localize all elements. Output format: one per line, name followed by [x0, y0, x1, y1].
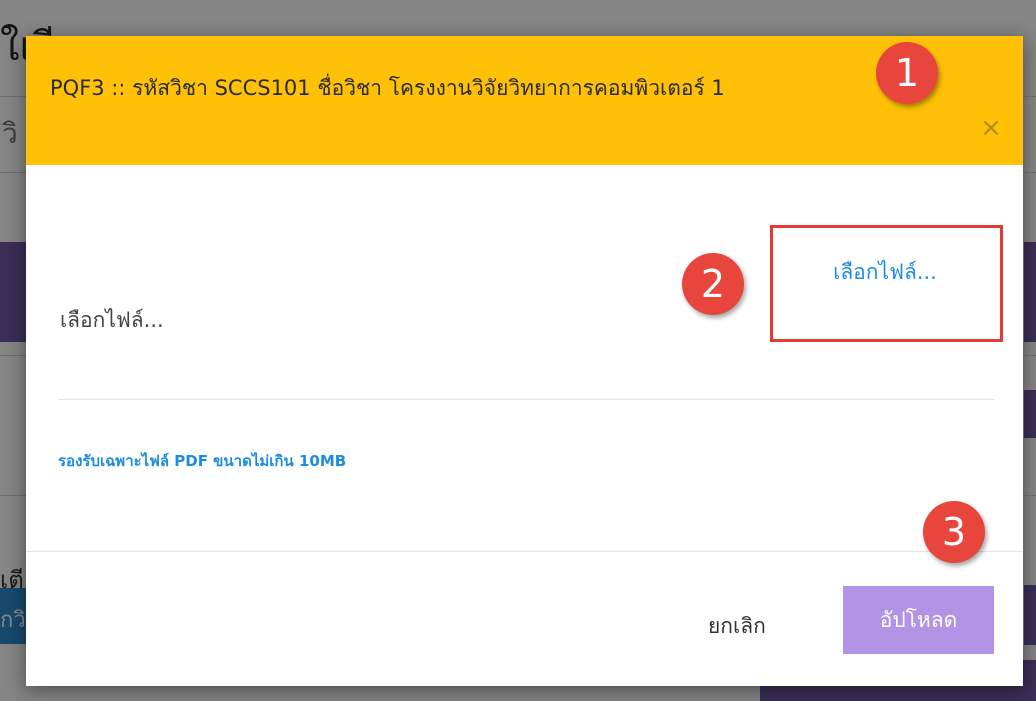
callout-badge-3: 3 — [923, 501, 985, 563]
choose-file-button-label: เลือกไฟล์... — [833, 260, 937, 284]
file-input-label[interactable]: เลือกไฟล์... — [60, 304, 164, 337]
callout-badge-2: 2 — [682, 253, 744, 315]
callout-badge-1: 1 — [876, 42, 938, 104]
modal-title: PQF3 :: รหัสวิชา SCCS101 ชื่อวิชา โครงงา… — [50, 76, 725, 100]
choose-file-button[interactable]: เลือกไฟล์... — [770, 225, 1000, 342]
upload-modal: PQF3 :: รหัสวิชา SCCS101 ชื่อวิชา โครงงา… — [26, 36, 1023, 686]
file-hint-text: รองรับเฉพาะไฟล์ PDF ขนาดไม่เกิน 10MB — [58, 452, 347, 470]
cancel-button[interactable]: ยกเลิก — [708, 610, 766, 643]
file-input-underline — [58, 399, 994, 400]
modal-header: PQF3 :: รหัสวิชา SCCS101 ชื่อวิชา โครงงา… — [26, 36, 1023, 165]
upload-button[interactable]: อัปโหลด — [843, 586, 994, 654]
modal-footer-divider — [26, 551, 1023, 552]
close-icon[interactable]: × — [977, 114, 1005, 142]
